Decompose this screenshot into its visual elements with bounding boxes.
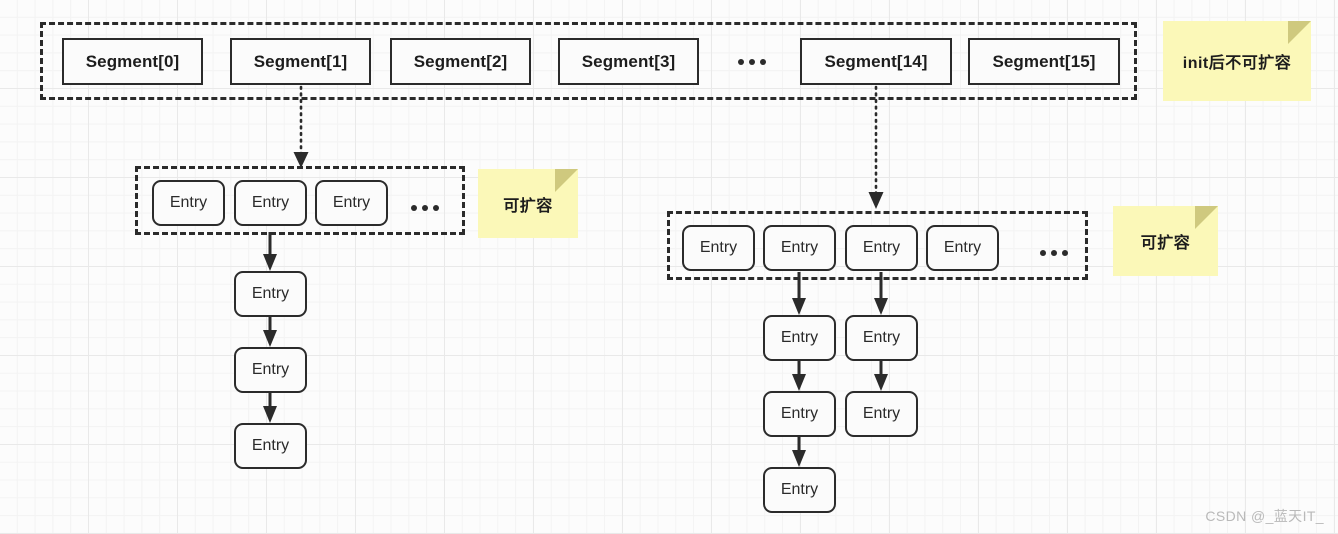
- entry-label: Entry: [251, 437, 290, 454]
- arrow-left-chain2-to-chain3: [263, 393, 277, 423]
- arrow-right-chainB1-to-chainB2: [874, 361, 888, 391]
- right-entry-ellipsis-icon: [1040, 250, 1068, 256]
- right-entry-0[interactable]: Entry: [682, 225, 755, 271]
- sticky-note-text: init后不可扩容: [1182, 55, 1292, 72]
- left-entry-ellipsis-icon: [411, 205, 439, 211]
- right-entry-2[interactable]: Entry: [845, 225, 918, 271]
- arrow-right-chainA1-to-chainA2: [792, 361, 806, 391]
- left-entry-1[interactable]: Entry: [234, 180, 307, 226]
- right-chainB-entry-1[interactable]: Entry: [845, 315, 918, 361]
- entry-label: Entry: [251, 285, 290, 302]
- right-chainA-entry-3[interactable]: Entry: [763, 467, 836, 513]
- sticky-fold-icon: [1195, 206, 1218, 229]
- sticky-note-left: 可扩容: [478, 169, 578, 238]
- arrow-segment14-to-right-table: [868, 85, 884, 209]
- right-entry-3[interactable]: Entry: [926, 225, 999, 271]
- segment-box-15[interactable]: Segment[15]: [968, 38, 1120, 85]
- segment-box-14[interactable]: Segment[14]: [800, 38, 952, 85]
- entry-label: Entry: [780, 405, 819, 422]
- arrow-left-chain1-to-chain2: [263, 317, 277, 347]
- right-entry-1[interactable]: Entry: [763, 225, 836, 271]
- segment-label: Segment[1]: [253, 51, 348, 71]
- right-chainA-entry-2[interactable]: Entry: [763, 391, 836, 437]
- segment-label: Segment[15]: [992, 51, 1096, 71]
- segment-label: Segment[3]: [581, 51, 676, 71]
- entry-label: Entry: [862, 405, 901, 422]
- entry-label: Entry: [780, 481, 819, 498]
- right-chainB-entry-2[interactable]: Entry: [845, 391, 918, 437]
- sticky-note-segment: init后不可扩容: [1163, 21, 1311, 101]
- sticky-note-right: 可扩容: [1113, 206, 1218, 276]
- segment-label: Segment[14]: [824, 51, 928, 71]
- left-chain-entry-2[interactable]: Entry: [234, 347, 307, 393]
- sticky-note-text: 可扩容: [503, 197, 553, 215]
- entry-label: Entry: [699, 239, 738, 256]
- sticky-fold-icon: [555, 169, 578, 192]
- segment-label: Segment[0]: [85, 51, 180, 71]
- segment-box-0[interactable]: Segment[0]: [62, 38, 203, 85]
- entry-label: Entry: [943, 239, 982, 256]
- left-entry-0[interactable]: Entry: [152, 180, 225, 226]
- arrow-left-entry1-to-chain1: [263, 232, 277, 271]
- sticky-note-text: 可扩容: [1140, 235, 1191, 252]
- entry-label: Entry: [862, 239, 901, 256]
- right-chainA-entry-1[interactable]: Entry: [763, 315, 836, 361]
- segment-ellipsis-icon: [738, 59, 766, 65]
- left-entry-2[interactable]: Entry: [315, 180, 388, 226]
- entry-label: Entry: [332, 194, 371, 211]
- entry-label: Entry: [780, 329, 819, 346]
- arrow-right-chainA2-to-chainA3: [792, 437, 806, 467]
- diagram-canvas: Segment[0] Segment[1] Segment[2] Segment…: [0, 0, 1338, 534]
- segment-box-3[interactable]: Segment[3]: [558, 38, 699, 85]
- entry-label: Entry: [862, 329, 901, 346]
- entry-label: Entry: [251, 361, 290, 378]
- segment-box-1[interactable]: Segment[1]: [230, 38, 371, 85]
- entry-label: Entry: [780, 239, 819, 256]
- left-chain-entry-1[interactable]: Entry: [234, 271, 307, 317]
- sticky-fold-icon: [1288, 21, 1311, 44]
- left-chain-entry-3[interactable]: Entry: [234, 423, 307, 469]
- watermark: CSDN @_蓝天IT_: [1205, 508, 1324, 524]
- segment-box-2[interactable]: Segment[2]: [390, 38, 531, 85]
- entry-label: Entry: [169, 194, 208, 211]
- segment-label: Segment[2]: [413, 51, 508, 71]
- entry-label: Entry: [251, 194, 290, 211]
